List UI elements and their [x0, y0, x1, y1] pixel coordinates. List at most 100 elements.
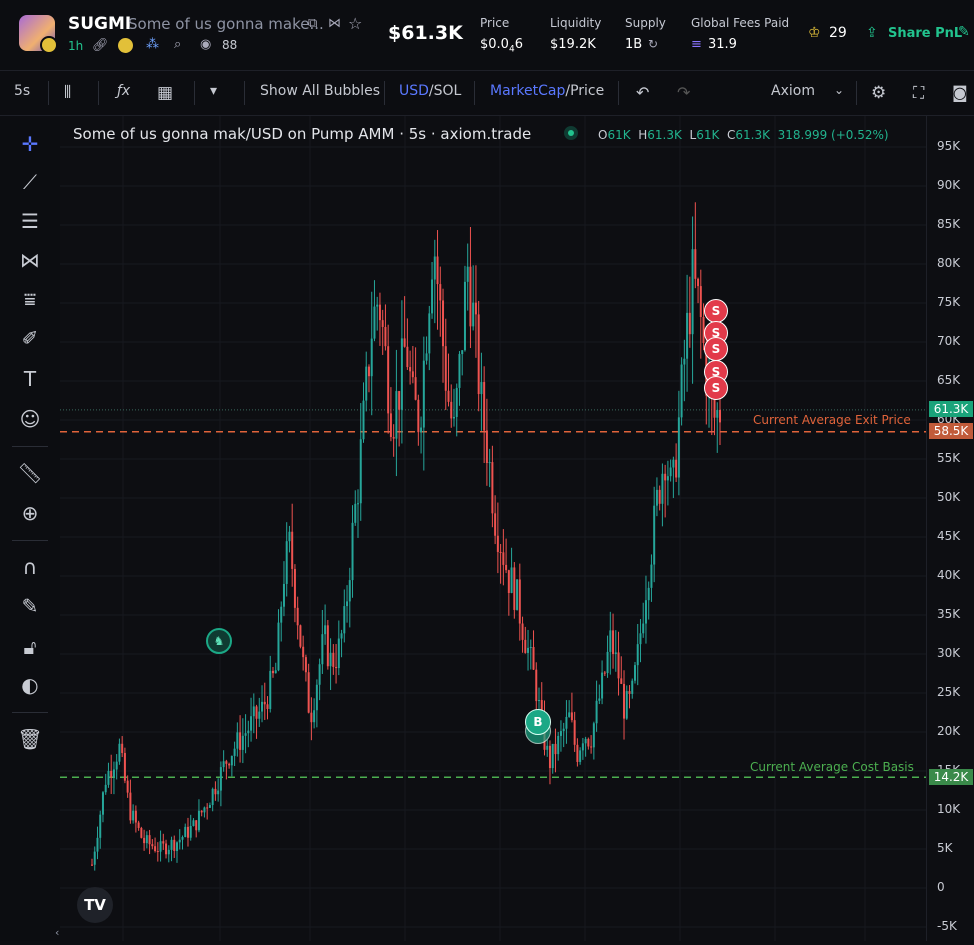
- candle-body: [409, 367, 412, 372]
- theme-dropdown-icon[interactable]: ⌄: [834, 83, 844, 97]
- candle-body: [598, 698, 601, 701]
- share-pnl-button[interactable]: Share PnL: [888, 26, 962, 41]
- search-icon[interactable]: ⌕: [174, 37, 181, 52]
- hide-icon[interactable]: ◐: [17, 672, 43, 698]
- candle-body: [428, 313, 431, 354]
- price-tick-label: 10K: [937, 802, 961, 816]
- candle-body: [359, 439, 362, 504]
- candle-body: [631, 680, 634, 694]
- settings-gear-icon[interactable]: ⚙: [871, 83, 886, 103]
- currency-toggle[interactable]: USD/SOL: [399, 83, 461, 99]
- candle-body: [666, 476, 669, 481]
- magnet-icon[interactable]: ∩: [17, 554, 43, 580]
- candle-body: [697, 278, 700, 287]
- token-age: 1h: [68, 39, 84, 53]
- link-icon[interactable]: 🔗︎: [92, 38, 109, 53]
- candle-body: [617, 652, 620, 679]
- candle-body: [592, 723, 595, 748]
- layouts-icon[interactable]: ▦: [157, 83, 173, 103]
- price-axis[interactable]: 95K 90K 85K 80K 75K 70K 65K 60K 55K 50K 45K 40K 35K 3…: [926, 116, 974, 941]
- candle-body: [625, 691, 628, 719]
- text-icon[interactable]: T: [17, 366, 43, 392]
- sell-marker[interactable]: S: [704, 299, 728, 323]
- candle-body: [384, 326, 387, 347]
- trendline-icon[interactable]: ⟋: [17, 169, 43, 195]
- projection-icon[interactable]: ⩸: [17, 286, 43, 312]
- share-pnl-icon[interactable]: ⇪: [866, 25, 878, 41]
- fib-icon[interactable]: ☰: [17, 208, 43, 234]
- price-tick-label: 35K: [937, 607, 961, 621]
- buy-marker[interactable]: B: [525, 709, 551, 735]
- redo-icon[interactable]: ↷: [677, 83, 690, 102]
- refresh-icon[interactable]: ↻: [648, 37, 658, 51]
- lock-drawing-icon[interactable]: ✎: [17, 593, 43, 619]
- candle-body: [546, 745, 549, 750]
- candle-body: [529, 646, 532, 648]
- metric-toggle[interactable]: MarketCap/Price: [490, 83, 604, 99]
- sell-marker[interactable]: S: [704, 376, 728, 400]
- zoom-in-icon[interactable]: ⊕: [17, 500, 43, 526]
- candle-body: [230, 755, 233, 766]
- camera-icon[interactable]: ◙: [952, 83, 968, 102]
- dev-marker-icon[interactable]: ♞: [206, 628, 232, 654]
- fullscreen-icon[interactable]: ⛶: [913, 83, 924, 103]
- price-chart[interactable]: [60, 116, 926, 941]
- candle-body: [101, 792, 104, 815]
- pin-icon[interactable]: ✎: [958, 24, 970, 40]
- indicators-icon[interactable]: ƒx: [117, 83, 130, 99]
- viewers-count: 88: [222, 38, 238, 52]
- emoji-icon[interactable]: ☺: [17, 406, 43, 432]
- pattern-icon[interactable]: ⋈: [17, 247, 43, 273]
- token-avatar[interactable]: [19, 15, 58, 54]
- token-symbol: SUGMI: [68, 14, 132, 34]
- candle-body: [126, 780, 129, 793]
- interval-select[interactable]: 5s: [14, 83, 30, 99]
- candle-body: [538, 700, 541, 702]
- collapse-left-icon[interactable]: ‹: [55, 926, 59, 939]
- candle-body: [307, 672, 310, 713]
- candle-body: [318, 664, 321, 685]
- candle-body: [362, 400, 365, 440]
- undo-icon[interactable]: ↶: [636, 83, 649, 102]
- token-header: SUGMI Some of us gonna make... ⧉ ⋈ ☆ 1h …: [0, 0, 974, 71]
- candle-body: [636, 644, 639, 666]
- candle-body: [154, 846, 157, 852]
- tradingview-logo[interactable]: TV: [77, 887, 113, 923]
- crosshair-icon[interactable]: ✛: [17, 131, 43, 157]
- verified-badge-icon: [40, 36, 58, 54]
- candlestick-chart[interactable]: [60, 116, 926, 941]
- more-dropdown-icon[interactable]: ▾: [210, 83, 217, 99]
- candle-body: [431, 279, 434, 314]
- candle-body: [433, 256, 436, 280]
- show-all-bubbles-button[interactable]: Show All Bubbles: [260, 83, 380, 99]
- candle-body: [346, 601, 349, 607]
- ruler-icon[interactable]: 📏︎: [17, 460, 43, 486]
- candle-body: [173, 839, 176, 851]
- trash-icon[interactable]: 🗑︎: [17, 726, 43, 752]
- theme-select[interactable]: Axiom: [771, 83, 815, 99]
- candle-body: [118, 743, 121, 762]
- sell-marker[interactable]: S: [704, 337, 728, 361]
- candle-body: [614, 652, 617, 655]
- candle-body: [518, 579, 521, 624]
- candle-body: [425, 353, 428, 361]
- candle-body: [162, 841, 165, 844]
- holders-icon[interactable]: ⁂: [146, 37, 159, 52]
- pump-icon[interactable]: [118, 38, 133, 53]
- crown-count: 29: [829, 25, 847, 41]
- unlock-icon[interactable]: 🔓︎: [17, 634, 43, 660]
- brush-icon[interactable]: ✐: [17, 325, 43, 351]
- candle-body: [373, 306, 376, 339]
- share-icon[interactable]: ⋈: [328, 16, 341, 31]
- candle-body: [329, 652, 332, 667]
- candle-body: [579, 750, 582, 762]
- candle-body: [474, 302, 477, 315]
- star-icon[interactable]: ☆: [348, 14, 362, 33]
- price-tick-label: 30K: [937, 646, 961, 660]
- copy-icon[interactable]: ⧉: [308, 16, 317, 31]
- candle-body: [200, 810, 203, 813]
- candle-body: [189, 826, 192, 838]
- candle-body: [510, 567, 513, 593]
- candles-icon[interactable]: ⫴: [64, 83, 71, 103]
- candle-body: [719, 409, 721, 423]
